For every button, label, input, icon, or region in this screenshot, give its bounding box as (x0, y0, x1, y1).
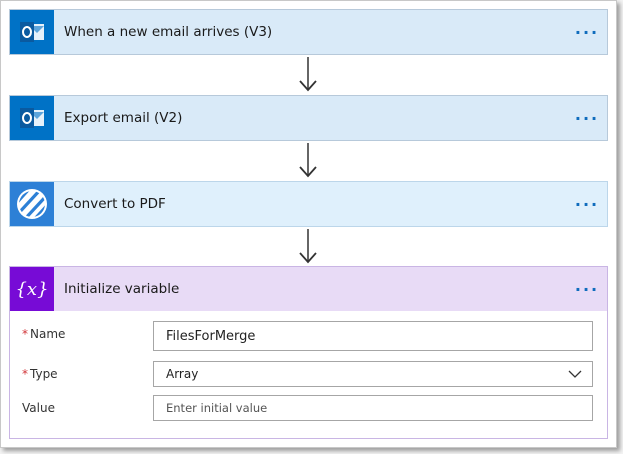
step-card-initialize-variable[interactable]: {x} Initialize variable ··· (9, 266, 608, 312)
more-options-icon[interactable]: ··· (567, 23, 607, 42)
type-select[interactable]: Array (153, 361, 593, 387)
step-title: When a new email arrives (V3) (64, 24, 273, 40)
svg-text:{x}: {x} (16, 279, 48, 300)
outlook-icon (10, 96, 54, 140)
chevron-down-icon (568, 370, 582, 378)
step-title: Convert to PDF (64, 196, 166, 212)
required-mark: * (22, 367, 28, 381)
step-card-convert-pdf[interactable]: Convert to PDF ··· (9, 181, 608, 227)
value-label: Value (22, 401, 55, 415)
name-label-text: Name (30, 327, 66, 341)
type-select-value: Array (166, 367, 199, 381)
type-label-text: Type (30, 367, 58, 381)
step-card-new-email-trigger[interactable]: When a new email arrives (V3) ··· (9, 9, 608, 55)
required-mark: * (22, 327, 28, 341)
variable-icon: {x} (10, 267, 54, 311)
step-card-export-email[interactable]: Export email (V2) ··· (9, 95, 608, 141)
flow-canvas: When a new email arrives (V3) ··· Export… (0, 0, 617, 448)
more-options-icon[interactable]: ··· (567, 109, 607, 128)
value-input[interactable]: Enter initial value (153, 395, 593, 421)
type-label: * Type (22, 367, 58, 381)
name-input[interactable]: FilesForMerge (153, 321, 593, 351)
connector-arrow (299, 229, 317, 264)
variable-form: * Name FilesForMerge * Type Array Value En… (9, 311, 608, 439)
step-title: Export email (V2) (64, 110, 183, 126)
value-input-placeholder: Enter initial value (166, 401, 268, 415)
outlook-icon (10, 10, 54, 54)
connector-arrow (299, 143, 317, 178)
name-input-value: FilesForMerge (166, 328, 256, 344)
more-options-icon[interactable]: ··· (567, 280, 607, 299)
pdf-converter-icon (10, 182, 54, 226)
more-options-icon[interactable]: ··· (567, 195, 607, 214)
name-label: * Name (22, 327, 65, 341)
step-title: Initialize variable (64, 281, 180, 297)
connector-arrow (299, 57, 317, 92)
